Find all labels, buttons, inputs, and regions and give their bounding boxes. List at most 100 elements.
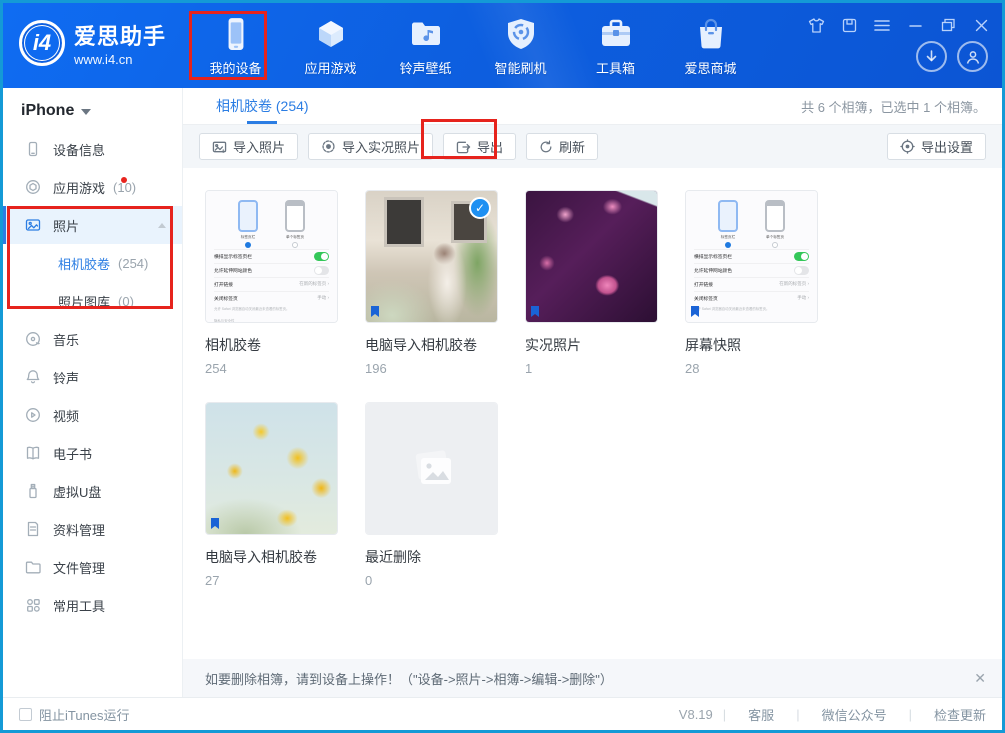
my-device-icon bbox=[223, 14, 249, 54]
toggle-off-icon bbox=[794, 266, 809, 275]
settings-icon bbox=[900, 139, 915, 154]
sidebar-item-videos[interactable]: 视频 bbox=[3, 396, 182, 434]
store-icon bbox=[696, 14, 726, 54]
sidebar-item-data-management[interactable]: 资料管理 bbox=[3, 510, 182, 548]
tab-bar-phone-graphic bbox=[718, 200, 738, 232]
selected-check-icon[interactable]: ✓ bbox=[469, 197, 491, 219]
sync-flag-icon bbox=[530, 306, 540, 318]
plugin-icon[interactable] bbox=[840, 17, 858, 33]
album-count: 254 bbox=[205, 361, 338, 376]
sidebar-item-common-tools[interactable]: 常用工具 bbox=[3, 586, 182, 624]
smart-flash-icon bbox=[506, 14, 536, 54]
album-card-recently-deleted[interactable]: 最近删除 0 bbox=[365, 402, 498, 588]
album-card-live-photos[interactable]: 实况照片 1 bbox=[525, 190, 658, 376]
album-thumbnail[interactable] bbox=[365, 402, 498, 535]
export-button[interactable]: 导出 bbox=[443, 133, 516, 160]
footer-links: V8.19 | 客服 | 微信公众号 | 检查更新 bbox=[679, 705, 986, 724]
album-thumbnail[interactable]: 标签页栏 单个标签页 横排显示标签页栏 允许延伸网站颜色 打开链接在新的标签页 … bbox=[685, 190, 818, 323]
sidebar-item-label: 虚拟U盘 bbox=[53, 482, 101, 501]
tab-camera-roll[interactable]: 相机胶卷 (254) bbox=[216, 88, 309, 124]
app-window: i4 爱思助手 www.i4.cn 我的设备 应用游戏 bbox=[0, 0, 1005, 733]
theme-skin-icon[interactable] bbox=[807, 17, 825, 33]
tab-bar-phone-graphic bbox=[238, 200, 258, 232]
chevron-up-icon bbox=[158, 223, 166, 228]
live-photo-icon bbox=[321, 139, 336, 154]
sidebar-item-photos[interactable]: 照片 bbox=[3, 206, 182, 244]
album-tab-bar: 相机胶卷 (254) 共 6 个相簿，已选中 1 个相簿。 bbox=[183, 88, 1002, 125]
app-logo: i4 爱思助手 www.i4.cn bbox=[19, 19, 166, 67]
notice-text: 如要删除相簿，请到设备上操作！（"设备->照片->相簿->编辑->删除"） bbox=[205, 669, 613, 688]
wechat-official-link[interactable]: 微信公众号 bbox=[800, 705, 909, 724]
check-update-link[interactable]: 检查更新 bbox=[912, 705, 986, 724]
album-thumbnail[interactable]: 标签页栏 单个标签页 横排显示标签页栏 允许延伸网站颜色 打开链接在新的标签页 … bbox=[205, 190, 338, 323]
app-url: www.i4.cn bbox=[74, 52, 166, 67]
album-thumbnail[interactable] bbox=[525, 190, 658, 323]
bell-icon bbox=[25, 369, 41, 385]
toggle-on-icon bbox=[794, 252, 809, 261]
block-itunes-checkbox[interactable] bbox=[19, 708, 32, 721]
sidebar-item-photo-library[interactable]: 照片图库 (0) bbox=[3, 282, 182, 320]
nav-apps-games[interactable]: 应用游戏 bbox=[283, 11, 378, 81]
nav-my-device[interactable]: 我的设备 bbox=[188, 11, 283, 81]
album-title: 电脑导入相机胶卷 bbox=[205, 547, 338, 567]
album-card-camera-roll[interactable]: 标签页栏 单个标签页 横排显示标签页栏 允许延伸网站颜色 打开链接在新的标签页 … bbox=[205, 190, 338, 376]
refresh-button[interactable]: 刷新 bbox=[526, 133, 598, 160]
sidebar-item-label: 铃声 bbox=[53, 368, 79, 387]
album-title: 实况照片 bbox=[525, 335, 658, 355]
music-icon bbox=[25, 331, 41, 347]
ios-settings-thumbnail: 标签页栏 单个标签页 横排显示标签页栏 允许延伸网站颜色 打开链接在新的标签页 … bbox=[686, 191, 817, 322]
export-icon bbox=[456, 140, 471, 154]
sidebar-item-file-management[interactable]: 文件管理 bbox=[3, 548, 182, 586]
radio-selected-icon bbox=[245, 242, 251, 248]
nav-store[interactable]: 爱思商城 bbox=[663, 11, 758, 81]
device-name: iPhone bbox=[21, 102, 74, 120]
device-selector[interactable]: iPhone bbox=[3, 88, 182, 130]
user-account-button[interactable] bbox=[957, 41, 988, 72]
notification-dot bbox=[121, 177, 127, 183]
sidebar-item-ebooks[interactable]: 电子书 bbox=[3, 434, 182, 472]
album-title: 电脑导入相机胶卷 bbox=[365, 335, 498, 355]
usb-drive-icon bbox=[25, 483, 41, 499]
album-card-pc-import-2[interactable]: 电脑导入相机胶卷 27 bbox=[205, 402, 338, 588]
nav-label: 应用游戏 bbox=[304, 58, 356, 77]
album-count: 1 bbox=[525, 361, 658, 376]
album-thumbnail[interactable]: ✓ bbox=[365, 190, 498, 323]
notice-close-icon[interactable]: ✕ bbox=[974, 670, 986, 687]
status-bar: 阻止iTunes运行 V8.19 | 客服 | 微信公众号 | 检查更新 bbox=[3, 697, 1002, 730]
import-photos-button[interactable]: 导入照片 bbox=[199, 133, 298, 160]
toggle-on-icon bbox=[314, 252, 329, 261]
sync-flag-icon bbox=[370, 306, 380, 318]
album-card-pc-import-1[interactable]: ✓ 电脑导入相机胶卷 196 bbox=[365, 190, 498, 376]
minimize-button[interactable] bbox=[906, 17, 924, 33]
album-card-screenshots[interactable]: 标签页栏 单个标签页 横排显示标签页栏 允许延伸网站颜色 打开链接在新的标签页 … bbox=[685, 190, 818, 376]
block-itunes-label: 阻止iTunes运行 bbox=[39, 705, 130, 724]
sidebar-item-label: 视频 bbox=[53, 406, 79, 425]
radio-unselected-icon bbox=[772, 242, 778, 248]
close-button[interactable] bbox=[972, 17, 990, 33]
album-thumbnail[interactable] bbox=[205, 402, 338, 535]
sidebar-item-music[interactable]: 音乐 bbox=[3, 320, 182, 358]
sidebar-item-label: 文件管理 bbox=[53, 558, 105, 577]
customer-service-link[interactable]: 客服 bbox=[726, 705, 796, 724]
sync-flag-icon bbox=[210, 518, 220, 530]
sidebar-item-ringtones[interactable]: 铃声 bbox=[3, 358, 182, 396]
window-controls bbox=[807, 17, 990, 33]
document-icon bbox=[25, 521, 41, 537]
main-nav: 我的设备 应用游戏 铃声壁纸 智能刷机 bbox=[188, 11, 758, 81]
sidebar-item-count: (254) bbox=[118, 256, 148, 271]
sidebar-item-virtual-usb[interactable]: 虚拟U盘 bbox=[3, 472, 182, 510]
menu-icon[interactable] bbox=[873, 17, 891, 33]
sidebar-item-device-info[interactable]: 设备信息 bbox=[3, 130, 182, 168]
sidebar-item-apps-games[interactable]: 应用游戏 (10) bbox=[3, 168, 182, 206]
nav-toolbox[interactable]: 工具箱 bbox=[568, 11, 663, 81]
download-center-button[interactable] bbox=[916, 41, 947, 72]
export-settings-button[interactable]: 导出设置 bbox=[887, 133, 986, 160]
sidebar: iPhone 设备信息 应用游戏 (10) 照片 相机胶卷 (254) 照片图库… bbox=[3, 88, 183, 697]
nav-ringtones-wallpaper[interactable]: 铃声壁纸 bbox=[378, 11, 473, 81]
nav-smart-flash[interactable]: 智能刷机 bbox=[473, 11, 568, 81]
sidebar-item-camera-roll[interactable]: 相机胶卷 (254) bbox=[3, 244, 182, 282]
button-label: 导出设置 bbox=[921, 137, 973, 156]
maximize-button[interactable] bbox=[939, 17, 957, 33]
import-live-photos-button[interactable]: 导入实况照片 bbox=[308, 133, 433, 160]
toolbox-icon bbox=[600, 14, 632, 54]
